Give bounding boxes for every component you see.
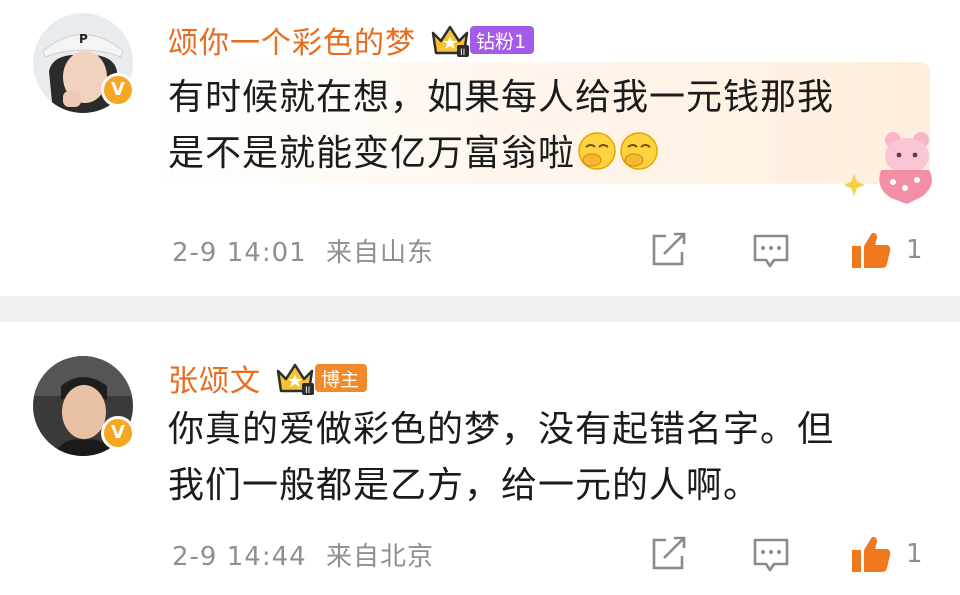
like-icon [852,536,891,572]
user-info-row: 张颂文 II 博主 [168,356,368,400]
bear-sticker-icon [845,132,932,204]
comment-text-line: 你真的爱做彩色的梦，没有起错名字。但 [168,409,835,450]
share-button[interactable] [650,536,688,572]
comment-divider [0,296,960,322]
verified-icon: V [101,416,135,450]
like-count: 1 [906,235,923,265]
comment-text: 有时候就在想，如果每人给我一元钱那我 是不是就能变亿万富翁啦 [168,70,928,182]
crown-icon: II [276,363,314,395]
comment-item: P V 颂你一个彩色的梦 II 钻粉1 有时候就在想，如果每人给我一元钱那我 是… [0,0,960,296]
comment-button[interactable] [752,232,790,270]
action-bar: 1 [0,530,960,580]
username[interactable]: 张颂文 [168,356,261,400]
smirk-emoji-icon [578,132,616,170]
like-button[interactable]: 1 [850,230,923,270]
avatar[interactable]: V [33,356,135,456]
comment-icon [753,234,789,268]
smirk-emoji-icon [620,132,658,170]
comment-icon [753,538,789,572]
author-badge[interactable]: 博主 [315,364,368,392]
like-icon [852,232,891,268]
comment-item: V 张颂文 II 博主 你真的爱做彩色的梦，没有起错名字。但 我们一般都是乙方，… [0,322,960,595]
comment-button[interactable] [752,536,790,574]
username[interactable]: 颂你一个彩色的梦 [168,18,416,62]
comment-text-line-2: 是不是就能变亿万富翁啦 [168,126,928,182]
share-button[interactable] [650,232,688,268]
like-button[interactable]: 1 [850,534,923,574]
verified-icon: V [101,73,135,107]
comment-text-line-2: 我们一般都是乙方，给一元的人啊。 [168,465,761,506]
share-icon [652,536,686,570]
like-count: 1 [906,539,923,569]
user-info-row: 颂你一个彩色的梦 II 钻粉1 [168,18,535,62]
share-icon [652,232,686,266]
avatar[interactable]: P V [33,13,135,113]
svg-text:P: P [79,32,88,46]
comment-text-line: 有时候就在想，如果每人给我一元钱那我 [168,77,835,118]
svg-text:II: II [460,48,465,57]
fan-rank-badge[interactable]: 钻粉1 [470,26,535,54]
action-bar: 1 [0,226,960,276]
svg-text:II: II [305,386,310,395]
comment-text: 你真的爱做彩色的梦，没有起错名字。但 我们一般都是乙方，给一元的人啊。 [168,402,928,514]
crown-icon: II [431,25,469,57]
